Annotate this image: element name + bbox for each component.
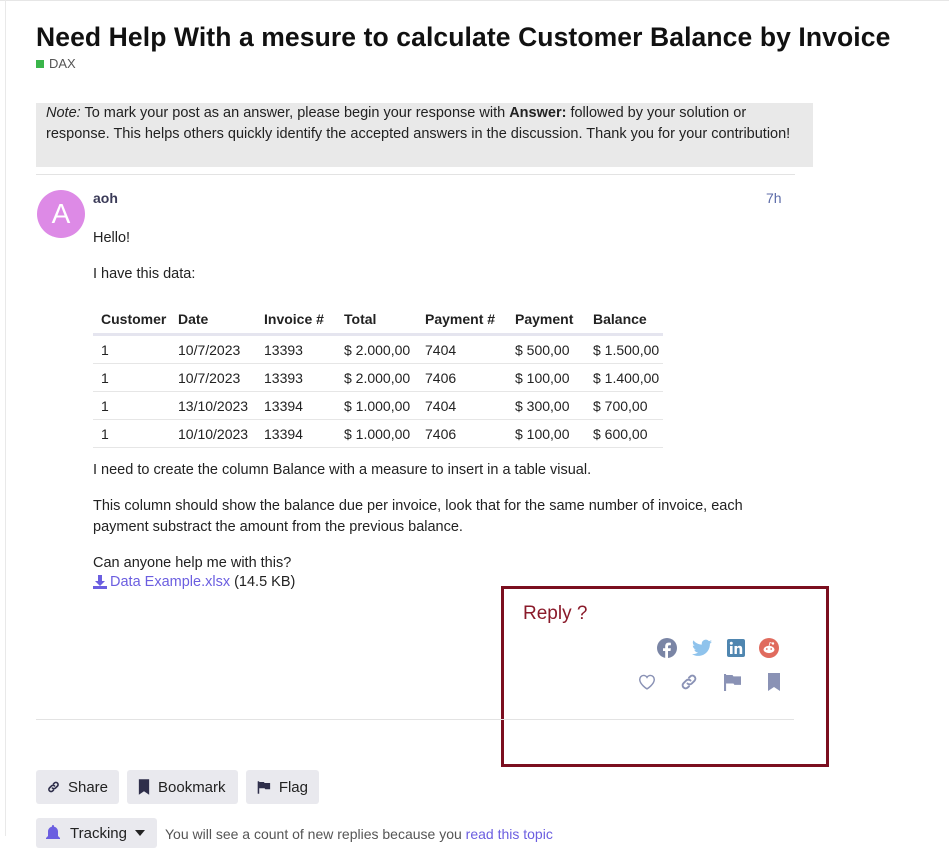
topic-title: Need Help With a mesure to calculate Cus… xyxy=(36,22,891,52)
table-cell: $ 2.000,00 xyxy=(340,363,421,392)
attachment-size: (14.5 KB) xyxy=(234,574,296,590)
table-cell: $ 100,00 xyxy=(511,363,589,392)
table-header: Date xyxy=(174,305,260,336)
flag-icon[interactable] xyxy=(721,671,743,693)
attachment-link[interactable]: Data Example.xlsx xyxy=(110,574,230,590)
category-label: DAX xyxy=(49,56,76,71)
top-border xyxy=(0,0,949,1)
bookmark-icon[interactable] xyxy=(763,671,785,693)
tracking-button-label: Tracking xyxy=(70,824,127,842)
table-row: 1 13/10/2023 13394 $ 1.000,00 7404 $ 300… xyxy=(93,391,664,420)
table-cell: 13394 xyxy=(260,391,340,420)
table-row: 1 10/7/2023 13393 $ 2.000,00 7406 $ 100,… xyxy=(93,363,664,392)
table-cell: 13394 xyxy=(260,419,340,448)
note-text-1: To mark your post as an answer, please b… xyxy=(80,105,510,121)
table-cell: 10/10/2023 xyxy=(174,419,260,448)
answer-note: Note: To mark your post as an answer, pl… xyxy=(36,103,813,167)
table-cell: 10/7/2023 xyxy=(174,334,260,364)
tracking-link[interactable]: read this topic xyxy=(466,826,553,842)
avatar[interactable]: A xyxy=(37,190,85,238)
facebook-icon[interactable] xyxy=(656,637,678,659)
flag-icon xyxy=(257,780,271,794)
table-row: 1 10/10/2023 13394 $ 1.000,00 7406 $ 100… xyxy=(93,419,664,448)
table-cell: $ 100,00 xyxy=(511,419,589,448)
flag-button[interactable]: Flag xyxy=(246,770,319,804)
tracking-button[interactable]: Tracking xyxy=(36,818,157,848)
post-paragraph-1: Hello! xyxy=(93,230,131,246)
reply-annotation: Reply ? xyxy=(523,603,588,624)
table-cell: $ 600,00 xyxy=(589,419,664,448)
table-cell: 1 xyxy=(93,419,174,448)
bell-icon xyxy=(46,825,60,839)
table-cell: $ 1.000,00 xyxy=(340,419,421,448)
table-header: Total xyxy=(340,305,421,336)
table-cell: 7404 xyxy=(421,334,511,364)
linkedin-icon[interactable] xyxy=(725,637,747,659)
post-time[interactable]: 7h xyxy=(766,190,782,206)
bookmark-icon xyxy=(138,779,150,795)
table-cell: 7406 xyxy=(421,363,511,392)
table-cell: $ 700,00 xyxy=(589,391,664,420)
table-cell: 7406 xyxy=(421,419,511,448)
avatar-letter: A xyxy=(51,198,71,229)
table-cell: 13/10/2023 xyxy=(174,391,260,420)
category-badge[interactable]: DAX xyxy=(36,56,76,71)
note-prefix: Note: xyxy=(46,105,81,121)
table-cell: $ 1.400,00 xyxy=(589,363,664,392)
divider xyxy=(36,719,794,720)
table-cell: $ 300,00 xyxy=(511,391,589,420)
post-actions xyxy=(636,671,785,693)
username[interactable]: aoh xyxy=(93,190,118,206)
table-cell: 13393 xyxy=(260,363,340,392)
table-header: Customer xyxy=(93,305,174,336)
table-header: Payment xyxy=(511,305,589,336)
table-header: Balance xyxy=(589,305,664,336)
tracking-description: You will see a count of new replies beca… xyxy=(165,826,553,842)
table-cell: $ 2.000,00 xyxy=(340,334,421,364)
table-header: Invoice # xyxy=(260,305,340,336)
category-color-square xyxy=(36,59,44,68)
table-cell: 10/7/2023 xyxy=(174,363,260,392)
attachment: Data Example.xlsx (14.5 KB) xyxy=(93,574,295,590)
bookmark-button[interactable]: Bookmark xyxy=(127,770,238,804)
share-button-label: Share xyxy=(67,778,108,796)
left-border xyxy=(5,0,6,836)
table-cell: $ 1.500,00 xyxy=(589,334,664,364)
table-header: Payment # xyxy=(421,305,511,336)
table-cell: $ 500,00 xyxy=(511,334,589,364)
flag-button-label: Flag xyxy=(278,778,308,796)
download-icon xyxy=(93,575,107,589)
table-cell: 7404 xyxy=(421,391,511,420)
link-icon[interactable] xyxy=(678,671,700,693)
table-cell: 1 xyxy=(93,391,174,420)
share-button[interactable]: Share xyxy=(36,770,119,804)
share-icons xyxy=(656,637,780,659)
reddit-icon[interactable] xyxy=(758,637,780,659)
like-icon[interactable] xyxy=(636,671,658,693)
post-paragraph-5: Can anyone help me with this? xyxy=(93,555,292,571)
table-cell: 1 xyxy=(93,363,174,392)
tracking-text: You will see a count of new replies beca… xyxy=(165,826,466,842)
table-cell: 1 xyxy=(93,334,174,364)
link-icon xyxy=(48,781,59,793)
chevron-down-icon xyxy=(134,830,145,836)
post-paragraph-4: This column should show the balance due … xyxy=(93,498,743,535)
post-paragraph-2: I have this data: xyxy=(93,266,196,282)
table-cell: $ 1.000,00 xyxy=(340,391,421,420)
twitter-icon[interactable] xyxy=(691,637,713,659)
bookmark-button-label: Bookmark xyxy=(158,778,226,796)
divider xyxy=(36,174,795,175)
data-table: Customer Date Invoice # Total Payment # … xyxy=(93,305,664,448)
table-header-row: Customer Date Invoice # Total Payment # … xyxy=(93,305,664,336)
note-bold: Answer: xyxy=(509,105,567,121)
table-row: 1 10/7/2023 13393 $ 2.000,00 7404 $ 500,… xyxy=(93,334,664,364)
post-paragraph-3: I need to create the column Balance with… xyxy=(93,462,592,478)
table-cell: 13393 xyxy=(260,334,340,364)
